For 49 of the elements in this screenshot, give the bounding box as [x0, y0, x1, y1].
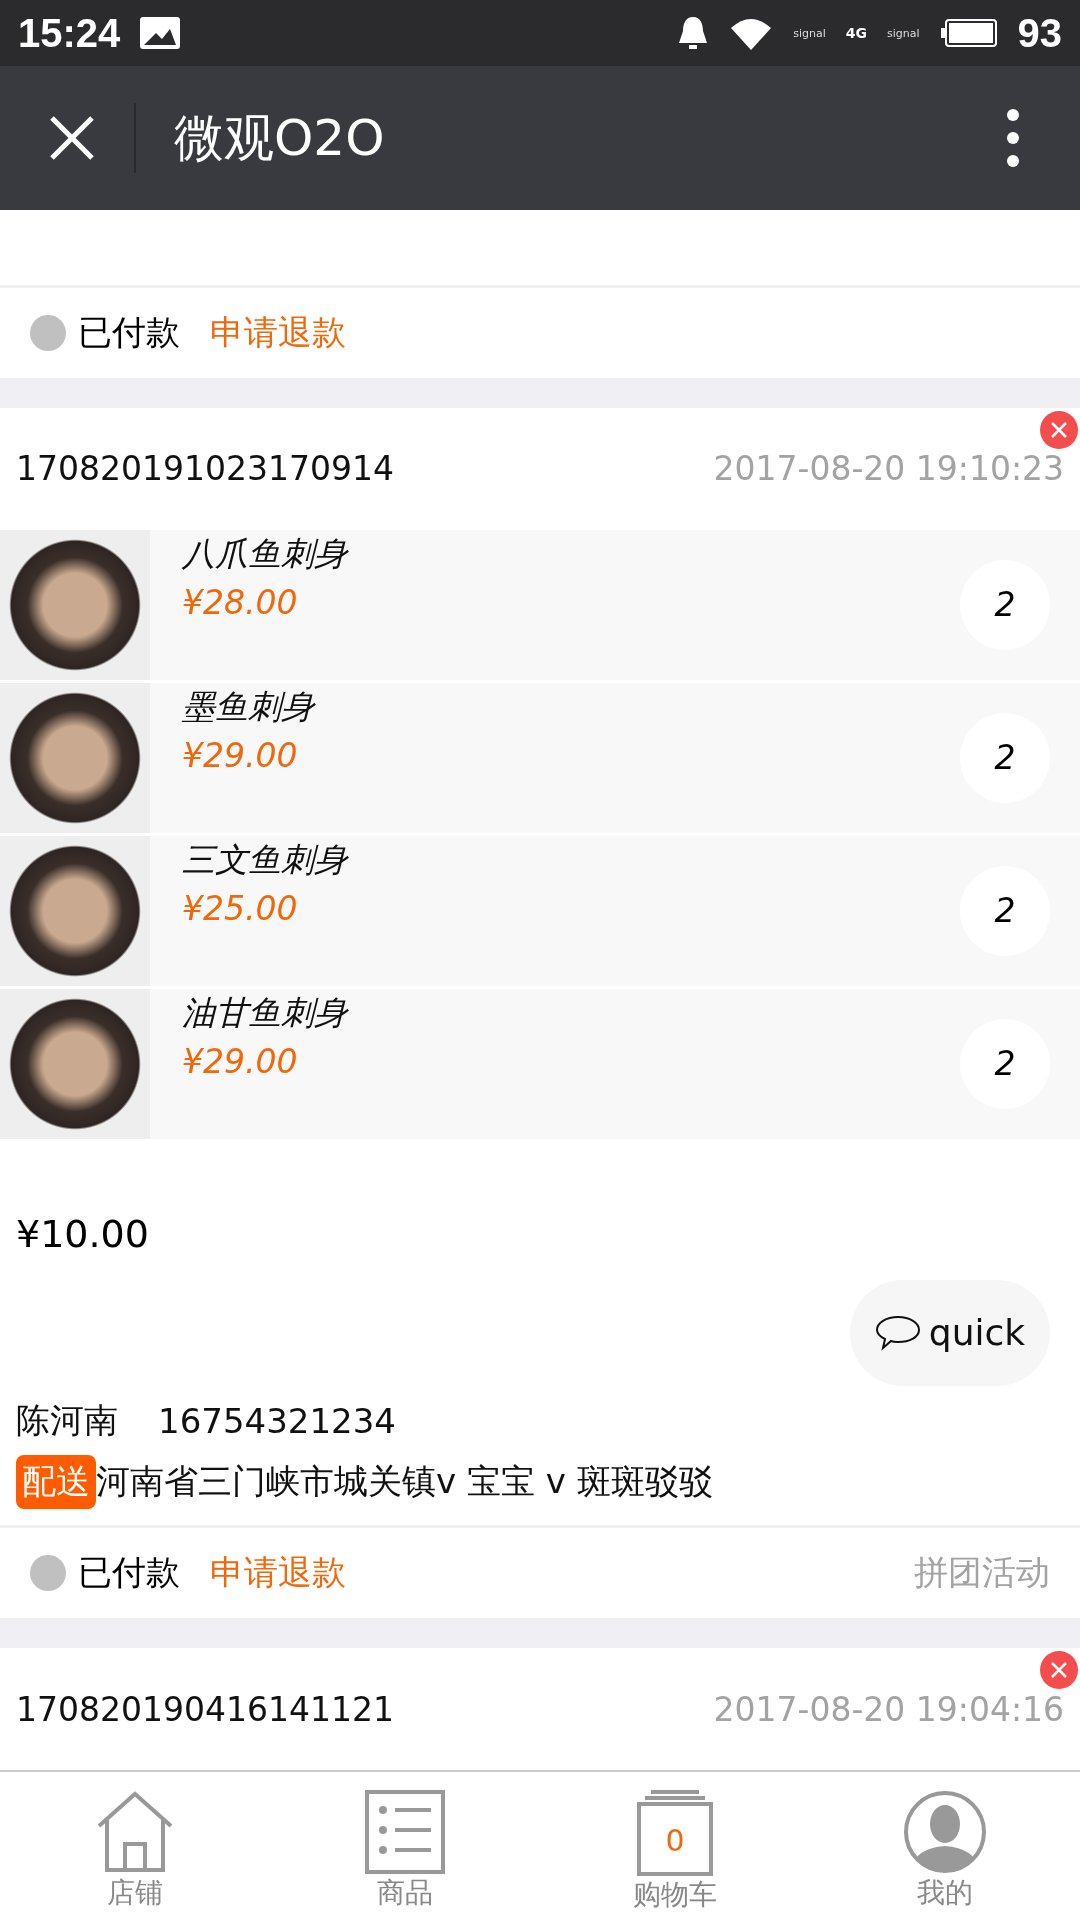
signal-label: signal: [886, 26, 920, 40]
item-price: ¥25.00: [182, 888, 299, 928]
image-icon: [140, 17, 181, 49]
item-price: ¥28.00: [182, 582, 299, 622]
close-icon[interactable]: [48, 114, 96, 162]
avatar-icon: [903, 1790, 987, 1874]
delete-icon[interactable]: [1040, 1651, 1078, 1689]
cart-count: 0: [664, 1823, 686, 1858]
wifi-icon: [729, 16, 774, 50]
delivery-address: 河南省三门峡市城关镇v 宝宝 v 斑斑驳驳: [96, 1460, 713, 1504]
battery-level: 93: [1017, 10, 1062, 56]
item-count: 2: [960, 865, 1050, 956]
contact-name: 陈河南: [16, 1398, 118, 1442]
box-icon: [635, 1790, 715, 1876]
signal-label: signal: [793, 26, 826, 40]
order-time: 2017-08-20 19:04:16: [713, 1689, 1064, 1729]
order-number: 170820191023170914: [16, 449, 394, 489]
item-name: 八爪鱼刺身: [182, 532, 350, 575]
delivery-tag: 配送: [16, 1455, 96, 1510]
item-price: ¥29.00: [182, 735, 299, 775]
refund-link[interactable]: 申请退款: [210, 1550, 346, 1596]
item-name: 油甘鱼刺身: [182, 991, 350, 1034]
bell-icon: [677, 15, 710, 51]
contact-phone: 16754321234: [158, 1400, 396, 1441]
list-icon: [365, 1790, 445, 1874]
item-name: 墨鱼刺身: [182, 685, 317, 728]
battery-icon: [939, 18, 998, 48]
order-total: ¥10.00: [15, 1210, 150, 1258]
quick-button[interactable]: quick: [850, 1279, 1050, 1386]
order-time: 2017-08-20 19:10:23: [713, 449, 1064, 489]
delete-icon[interactable]: [1040, 410, 1078, 449]
payment-status: 已付款: [78, 310, 180, 354]
refund-link[interactable]: 申请退款: [210, 309, 346, 356]
item-price: ¥29.00: [182, 1041, 299, 1081]
house-icon: [95, 1790, 175, 1874]
status-dot: [30, 314, 66, 351]
window-title: 微观O2O: [174, 107, 385, 169]
item-count: 2: [960, 559, 1050, 650]
speech-bubble-icon: [874, 1314, 921, 1351]
network-label: 4G: [845, 25, 867, 41]
item-count: 2: [960, 712, 1050, 803]
more-icon[interactable]: [1006, 108, 1020, 168]
activity-label: 拼团活动: [914, 1551, 1050, 1594]
clock: 15:24: [18, 10, 121, 56]
order-number: 170820190416141121: [16, 1689, 394, 1729]
status-dot: [30, 1555, 66, 1591]
payment-status: 已付款: [78, 1551, 180, 1594]
item-name: 三文鱼刺身: [182, 838, 350, 881]
item-count: 2: [960, 1018, 1050, 1109]
